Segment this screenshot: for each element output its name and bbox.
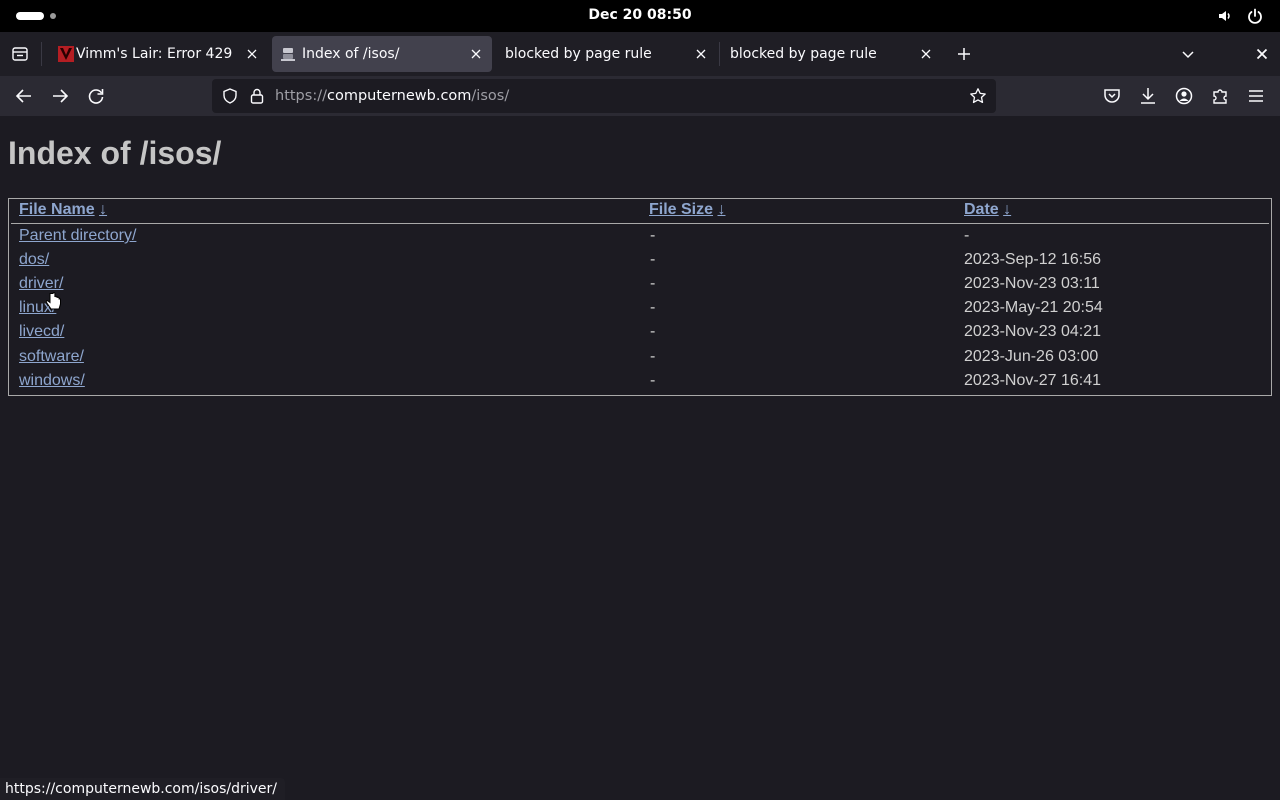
vimm-logo-icon (58, 46, 74, 62)
url-scheme: https:// (275, 88, 327, 104)
file-link[interactable]: livecd/ (19, 323, 64, 341)
navigation-toolbar: https://computernewb.com/isos/ (0, 76, 1280, 116)
tab-blocked-1[interactable]: blocked by page rule (495, 36, 717, 72)
file-size: - (650, 372, 656, 389)
tracking-protection-shield-icon[interactable] (221, 87, 239, 105)
tab-vimms-lair[interactable]: Vimm's Lair: Error 429 (46, 36, 268, 72)
file-link[interactable]: windows/ (19, 372, 85, 390)
file-size: - (650, 227, 656, 244)
close-tab-icon[interactable] (693, 46, 709, 62)
clock[interactable]: Dec 20 08:50 (0, 7, 1280, 23)
status-bar-hover-url: https://computernewb.com/isos/driver/ (0, 778, 286, 800)
new-tab-icon[interactable] (955, 45, 973, 63)
tab-title: Vimm's Lair: Error 429 (76, 46, 233, 62)
file-date: - (964, 227, 970, 244)
volume-icon[interactable] (1216, 7, 1234, 25)
tab-title: Index of /isos/ (302, 46, 400, 62)
column-header-label[interactable]: Date (964, 201, 999, 218)
url-text[interactable]: https://computernewb.com/isos/ (275, 88, 509, 104)
file-date: 2023-Jun-26 03:00 (964, 348, 1099, 365)
list-all-tabs-icon[interactable] (1179, 45, 1197, 63)
column-header-file-name[interactable]: File Name ↓ (19, 201, 107, 219)
file-date: 2023-Nov-27 16:41 (964, 372, 1101, 389)
file-link[interactable]: Parent directory/ (19, 227, 136, 245)
sort-arrow-icon[interactable]: ↓ (1003, 201, 1011, 218)
hamburger-menu-icon[interactable] (1244, 84, 1268, 108)
file-size: - (650, 299, 656, 316)
account-icon[interactable] (1172, 84, 1196, 108)
directory-listing-table: File Name ↓ File Size ↓ Date ↓ Parent di… (8, 198, 1272, 396)
file-size: - (650, 348, 656, 365)
url-path: /isos/ (471, 88, 510, 104)
close-tab-icon[interactable] (244, 46, 260, 62)
file-link[interactable]: driver/ (19, 275, 63, 293)
file-size: - (650, 323, 656, 340)
sort-arrow-icon[interactable]: ↓ (717, 201, 725, 218)
sort-arrow-icon[interactable]: ↓ (99, 201, 107, 218)
tab-divider (41, 42, 42, 66)
pocket-icon[interactable] (1100, 84, 1124, 108)
tab-title: blocked by page rule (730, 46, 877, 62)
extensions-icon[interactable] (1208, 84, 1232, 108)
close-tab-icon[interactable] (918, 46, 934, 62)
file-date: 2023-May-21 20:54 (964, 299, 1103, 316)
column-header-label[interactable]: File Size (649, 201, 713, 218)
downloads-icon[interactable] (1136, 84, 1160, 108)
tab-blocked-2[interactable]: blocked by page rule (720, 36, 942, 72)
file-date: 2023-Nov-23 03:11 (964, 275, 1100, 292)
forward-icon[interactable] (48, 84, 72, 108)
file-link[interactable]: software/ (19, 348, 84, 366)
close-tab-icon[interactable] (468, 46, 484, 62)
file-date: 2023-Sep-12 16:56 (964, 251, 1101, 268)
close-window-icon[interactable] (1253, 45, 1271, 63)
hand-pointer-cursor-icon (45, 292, 61, 310)
reload-icon[interactable] (84, 84, 108, 108)
page-content: Index of /isos/ File Name ↓ File Size ↓ … (0, 116, 1280, 778)
lock-icon[interactable] (248, 87, 266, 105)
tab-title: blocked by page rule (505, 46, 652, 62)
file-size: - (650, 251, 656, 268)
tab-index-of-isos[interactable]: Index of /isos/ (272, 36, 492, 72)
file-size: - (650, 275, 656, 292)
url-bar[interactable]: https://computernewb.com/isos/ (212, 79, 996, 113)
file-link[interactable]: dos/ (19, 251, 49, 269)
server-icon (281, 48, 295, 61)
bookmark-star-icon[interactable] (969, 87, 987, 105)
url-host: computernewb.com (326, 88, 472, 104)
system-top-bar: Dec 20 08:50 (0, 0, 1280, 32)
header-divider (11, 223, 1269, 224)
column-header-label[interactable]: File Name (19, 201, 95, 218)
file-date: 2023-Nov-23 04:21 (964, 323, 1101, 340)
firefox-view-icon[interactable] (11, 45, 29, 63)
power-icon[interactable] (1246, 7, 1264, 25)
column-header-file-size[interactable]: File Size ↓ (649, 201, 725, 219)
column-header-date[interactable]: Date ↓ (964, 201, 1011, 219)
back-icon[interactable] (12, 84, 36, 108)
tab-strip: Vimm's Lair: Error 429 Index of /isos/ b… (0, 32, 1280, 76)
page-title: Index of /isos/ (8, 135, 222, 171)
